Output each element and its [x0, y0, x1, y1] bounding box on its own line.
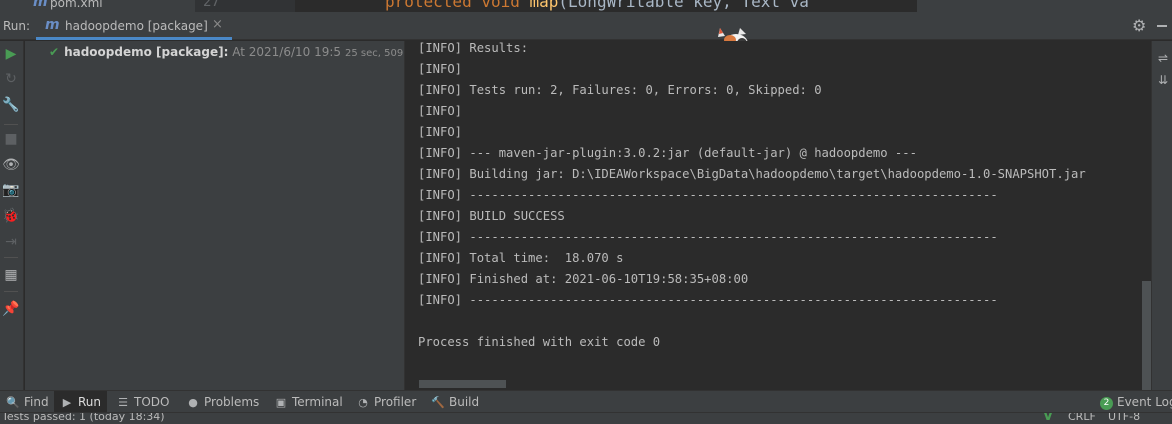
status-message[interactable]: Tests passed: 1 (today 18:34): [2, 413, 165, 423]
console-line: [INFO] --- maven-jar-plugin:3.0.2:jar (d…: [418, 146, 917, 160]
bug-icon[interactable]: 🐞: [2, 207, 20, 225]
tree-item-title: hadoopdemo [package]:: [64, 45, 229, 59]
run-label: Run:: [3, 19, 31, 33]
tree-item-time: At 2021/6/10 19:5: [228, 45, 342, 59]
rerun-failed-icon[interactable]: ↻: [2, 70, 20, 88]
search-icon: 🔍: [6, 396, 20, 409]
console-line: [INFO] Results:: [418, 41, 529, 55]
rerun-icon[interactable]: ▶: [2, 45, 20, 63]
todo-label: TODO: [134, 395, 170, 409]
problems-label: Problems: [204, 395, 260, 409]
run-icon: ▶: [62, 396, 72, 409]
toolbar-separator: [4, 257, 18, 258]
terminal-icon: ▣: [275, 396, 287, 409]
line-ending-indicator[interactable]: CRLF: [1068, 413, 1096, 423]
console-line: [INFO] Tests run: 2, Failures: 0, Errors…: [418, 83, 822, 97]
maven-icon: m: [45, 17, 60, 33]
code-rest: (LongWritable key, Text va: [558, 0, 809, 11]
toolbar-separator: [4, 124, 18, 125]
console-line: [INFO]: [418, 62, 463, 76]
run-tab-label: hadoopdemo [package]: [65, 19, 208, 33]
encoding-indicator[interactable]: UTF-8: [1108, 413, 1140, 423]
scroll-to-end-icon[interactable]: ⇊: [1156, 73, 1170, 87]
scrollbar-thumb[interactable]: [1142, 281, 1151, 390]
run-label: Run: [78, 395, 102, 409]
run-button[interactable]: ▶ Run: [54, 391, 108, 413]
run-panel-header: Run: m hadoopdemo [package] × ⚙: [0, 12, 1172, 40]
console-line: Process finished with exit code 0: [418, 335, 661, 349]
eye-icon[interactable]: 👁: [2, 156, 20, 174]
find-button[interactable]: 🔍 Find: [2, 391, 53, 413]
run-right-toolbar: ⇌ ⇊: [1151, 41, 1172, 390]
run-tab-hadoopdemo[interactable]: m hadoopdemo [package] ×: [36, 12, 232, 40]
tool-window-bar: 🔍 Find ▶ Run ☰ TODO ● Problems ▣ Terminal ◔ Pr…: [0, 390, 1172, 413]
stop-icon[interactable]: ■: [2, 130, 20, 148]
console-output[interactable]: [INFO] Results: [INFO] [INFO] Tests run:…: [406, 41, 1151, 390]
maven-file-icon: m: [33, 0, 48, 10]
problems-button[interactable]: ● Problems: [186, 391, 259, 413]
console-line: [INFO]: [418, 125, 463, 139]
project-file-name[interactable]: pom.xml: [50, 0, 103, 10]
find-label: Find: [24, 395, 49, 409]
import-icon[interactable]: ⇥: [2, 233, 20, 251]
vertical-scrollbar[interactable]: [1142, 41, 1151, 390]
layout-icon[interactable]: ▦: [2, 266, 20, 284]
status-bar: Tests passed: 1 (today 18:34) V CRLF UTF…: [0, 412, 1172, 424]
close-icon[interactable]: ×: [212, 17, 223, 32]
console-line: [INFO] ---------------------------------…: [418, 293, 998, 307]
code-keyword: protected void: [385, 0, 520, 11]
build-label: Build: [449, 395, 480, 409]
project-panel: m pom.xml: [0, 0, 195, 12]
build-button[interactable]: 🔨 Build: [431, 391, 479, 413]
console-line: [INFO] Total time: 18.070 s: [418, 251, 624, 265]
code-line[interactable]: protected void map(LongWritable key, Tex…: [385, 0, 809, 11]
terminal-button[interactable]: ▣ Terminal: [274, 391, 343, 413]
profiler-button[interactable]: ◔ Profiler: [356, 391, 416, 413]
gear-icon[interactable]: ⚙: [1132, 16, 1146, 35]
toolbar-separator: [4, 291, 18, 292]
profiler-icon: ◔: [358, 396, 368, 409]
console-line: [INFO] Building jar: D:\IDEAWorkspace\Bi…: [418, 167, 1086, 181]
soft-wrap-icon[interactable]: ⇌: [1156, 51, 1170, 65]
check-icon: ✔: [49, 45, 60, 59]
line-number: 27: [203, 0, 220, 10]
pin-icon[interactable]: 📌: [2, 300, 20, 318]
console-line: [INFO] ---------------------------------…: [418, 230, 998, 244]
event-count-badge: 2: [1100, 397, 1113, 410]
tree-item-package[interactable]: ✔ hadoopdemo [package]: At 2021/6/10 19:5…: [49, 43, 421, 61]
console-line: [INFO] BUILD SUCCESS: [418, 209, 565, 223]
hammer-icon: 🔨: [431, 396, 445, 409]
event-log-button[interactable]: 2 Event Log: [1100, 391, 1172, 413]
list-icon: ☰: [118, 396, 128, 409]
run-left-toolbar: ▶ ↻ 🔧 ■ 👁 📷 🐞 ⇥ ▦ 📌: [0, 41, 24, 390]
camera-icon[interactable]: 📷: [2, 181, 20, 199]
profiler-label: Profiler: [374, 395, 417, 409]
editor-strip: m pom.xml 27 protected void map(LongWrit…: [0, 0, 1172, 12]
terminal-label: Terminal: [292, 395, 343, 409]
minimize-icon[interactable]: [1157, 25, 1167, 27]
todo-button[interactable]: ☰ TODO: [116, 391, 169, 413]
event-log-label: Event Log: [1117, 395, 1172, 409]
console-line: [INFO]: [418, 104, 463, 118]
wrench-icon[interactable]: 🔧: [2, 96, 20, 114]
console-line: [INFO] ---------------------------------…: [418, 188, 998, 202]
structure-panel: [917, 0, 1172, 12]
code-method: map: [529, 0, 559, 11]
active-tab-indicator: [36, 37, 232, 40]
console-line: [INFO] Finished at: 2021-06-10T19:58:35+…: [418, 272, 749, 286]
horizontal-scrollbar[interactable]: [419, 380, 506, 388]
problems-icon: ●: [188, 396, 198, 409]
vcs-icon[interactable]: V: [1043, 413, 1053, 424]
run-tree: ✔ hadoopdemo [package]: At 2021/6/10 19:5…: [25, 41, 421, 390]
